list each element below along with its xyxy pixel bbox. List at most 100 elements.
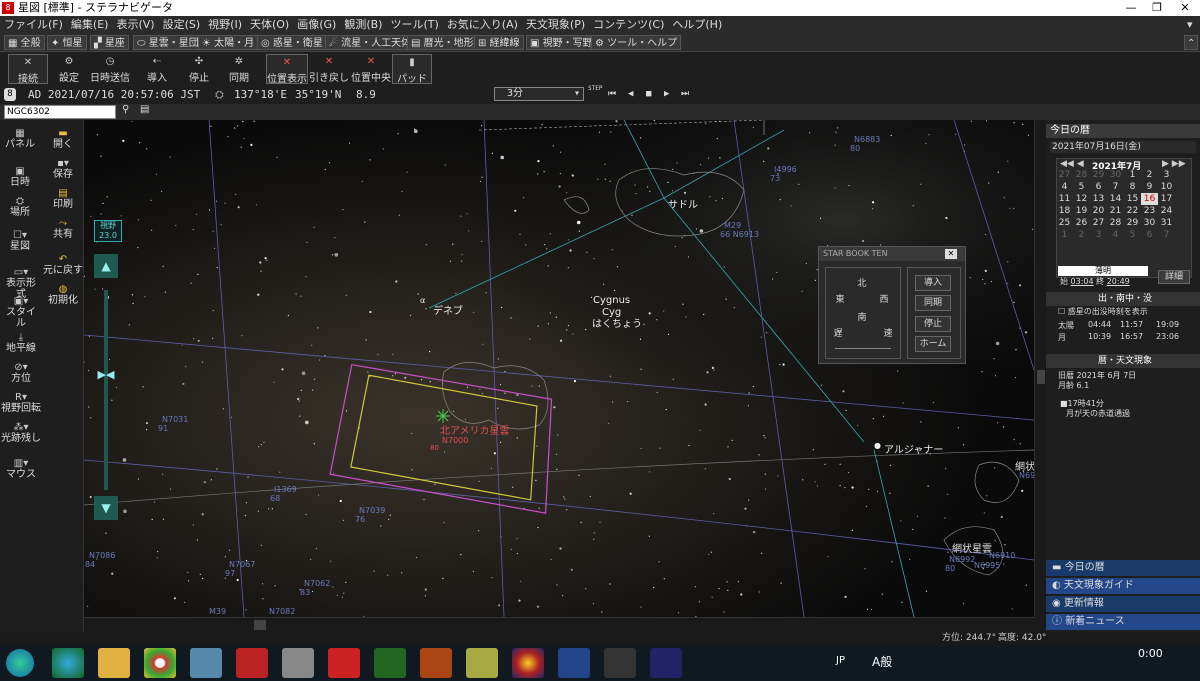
tab-grid-lines[interactable]: ⊞ 経緯線 [474,35,524,50]
style-button[interactable]: ▣▾ スタイル [2,296,40,329]
position-center-button[interactable]: ✕ 位置中央 [350,54,392,84]
longitude-display[interactable]: 137°18'E [234,85,287,104]
tab-fov-field[interactable]: ▣ 視野・写野 [526,35,597,50]
app8-icon[interactable] [236,648,268,678]
panel-button[interactable]: ▦ パネル [4,128,36,150]
menu-favorites[interactable]: お気に入り(A) [443,16,522,34]
calendar-day[interactable]: 28 [1073,169,1090,181]
constellation-abbr[interactable]: Cyg [602,307,621,318]
prev-month-icon[interactable]: ◀◀ ◀ [1060,159,1084,169]
bottom-tab-updates[interactable]: ◉ 更新情報 [1046,596,1200,612]
menu-file[interactable]: ファイル(F) [0,16,67,34]
reset-button[interactable]: ◍ 初期化 [42,284,84,306]
horizontal-scrollbar[interactable] [84,617,1034,632]
starbook-north[interactable]: 北 [855,277,869,293]
calendar-day[interactable]: 6 [1090,181,1107,193]
maximize-icon[interactable]: ❐ [1144,0,1170,16]
calendar-day[interactable]: 16 [1141,193,1158,205]
menu-phenomena[interactable]: 天文現象(P) [522,16,589,34]
app-flag-icon[interactable] [650,648,682,678]
zoom-slider-thumb[interactable]: ▶◀ [93,368,119,382]
goto-button[interactable]: ⇠ 導入 [140,54,174,84]
next-month-icon[interactable]: ▶ ▶▶ [1162,159,1186,169]
constellation-name-en[interactable]: Cygnus [593,295,630,306]
menu-fov[interactable]: 視野(I) [204,16,246,34]
location-icon[interactable]: ⛭ [215,85,224,104]
calendar-day[interactable]: 15 [1124,193,1141,205]
stop-time-icon[interactable]: ■ [646,85,651,104]
datetime-button[interactable]: ▣ 日時 [4,166,36,188]
star-label-deneb[interactable]: デネブ [433,304,463,317]
pad-button[interactable]: ▮ パッド [392,54,432,85]
save-button[interactable]: ▪▾ 保存 [44,158,82,180]
starbook-south[interactable]: 南 [855,311,869,327]
calendar-day[interactable]: 2 [1073,229,1090,241]
calendar-day[interactable]: 22 [1124,205,1141,217]
dso-label[interactable]: N7039 [359,506,385,515]
calendar-day[interactable]: 1 [1056,229,1073,241]
dso-label[interactable]: I4996 [774,165,797,174]
menu-observe[interactable]: 観測(B) [340,16,386,34]
veil-nebula-label[interactable]: 網状星雲 [952,542,992,555]
sky-chart-svg[interactable]: デネブ α サドル Cygnus Cyg はくちょう 北アメリカ星雲 N7000… [84,120,1034,617]
step-back-icon[interactable]: ◀ [628,85,633,104]
calendar-day[interactable]: 27 [1090,217,1107,229]
zoom-out-button[interactable]: ▼ [94,496,118,520]
calendar-day[interactable]: 8 [1124,181,1141,193]
calendar-day[interactable]: 1 [1124,169,1141,181]
calendar-day[interactable]: 29 [1124,217,1141,229]
connect-button[interactable]: ✕ 接続 [8,54,48,85]
datetime-display[interactable]: AD 2021/07/16 20:57:06 JST [28,85,200,104]
calendar-day[interactable]: 19 [1073,205,1090,217]
calendar-day[interactable]: 17 [1158,193,1175,205]
magnitude-display[interactable]: 8.9 [356,85,376,104]
calendar-day[interactable]: 20 [1090,205,1107,217]
location-button[interactable]: ⛭ 場所 [4,196,36,218]
calendar-day[interactable]: 5 [1073,181,1090,193]
explorer-icon[interactable] [98,648,130,678]
mouse-button[interactable]: ▥▾ マウス [2,458,40,480]
time-send-button[interactable]: ◷ 日時送信 [88,54,132,84]
tab-meteors[interactable]: ☄ 流星・人工天体 [325,35,416,50]
menu-view[interactable]: 表示(V) [112,16,158,34]
menu-tools[interactable]: ツール(T) [386,16,442,34]
starbook-close-icon[interactable]: ✕ [945,249,957,259]
open-button[interactable]: ▬ 開く [44,128,82,150]
dso-label[interactable]: N6995 [974,561,1000,570]
search-icon[interactable]: ⚲ [122,104,129,115]
starbook-east[interactable]: 東 [833,293,847,309]
sync-button[interactable]: ✲ 同期 [222,54,256,84]
constellation-name-jp[interactable]: はくちょう [592,318,642,330]
tab-tools-help[interactable]: ⚙ ツール・ヘルプ [591,35,682,50]
calendar-day[interactable]: 13 [1090,193,1107,205]
calendar-day[interactable]: 5 [1124,229,1141,241]
rewind-icon[interactable]: ⏮ [608,85,616,104]
calendar-day[interactable]: 21 [1107,205,1124,217]
calendar-day[interactable]: 27 [1056,169,1073,181]
backyard-icon[interactable] [420,648,452,678]
tab-sun-moon[interactable]: ☀ 太陽・月 [198,35,259,50]
calendar-day[interactable]: 25 [1056,217,1073,229]
dso-label[interactable]: N69 [1019,471,1034,480]
bottom-tab-calendar[interactable]: ▬ 今日の暦 [1046,560,1200,576]
planet-option[interactable]: ☐ 惑星の出没時刻を表示 [1058,306,1148,317]
starbook-sync-button[interactable]: 同期 [915,295,951,311]
camera-icon[interactable] [604,648,636,678]
tab-nebula-cluster[interactable]: ⬭ 星雲・星団 [133,35,203,50]
calendar-day[interactable]: 11 [1056,193,1073,205]
starbook-goto-button[interactable]: 導入 [915,275,951,291]
dso-label[interactable]: M39 [209,607,226,616]
calendar-day[interactable]: 4 [1107,229,1124,241]
calendar-day[interactable]: 26 [1073,217,1090,229]
app-ring-icon[interactable] [558,648,590,678]
calendar-day[interactable]: 12 [1073,193,1090,205]
dso-label[interactable]: I1369 [274,485,297,494]
calendar-day[interactable]: 29 [1090,169,1107,181]
play-icon[interactable]: ▶ [664,85,669,104]
calendar-day[interactable]: 3 [1090,229,1107,241]
stop-button[interactable]: ✣ 停止 [182,54,216,84]
dso-label[interactable]: N6992 [949,555,975,564]
menu-contents[interactable]: コンテンツ(C) [589,16,668,34]
calendar-day[interactable]: 23 [1141,205,1158,217]
nebula-id[interactable]: N7000 [442,436,468,445]
